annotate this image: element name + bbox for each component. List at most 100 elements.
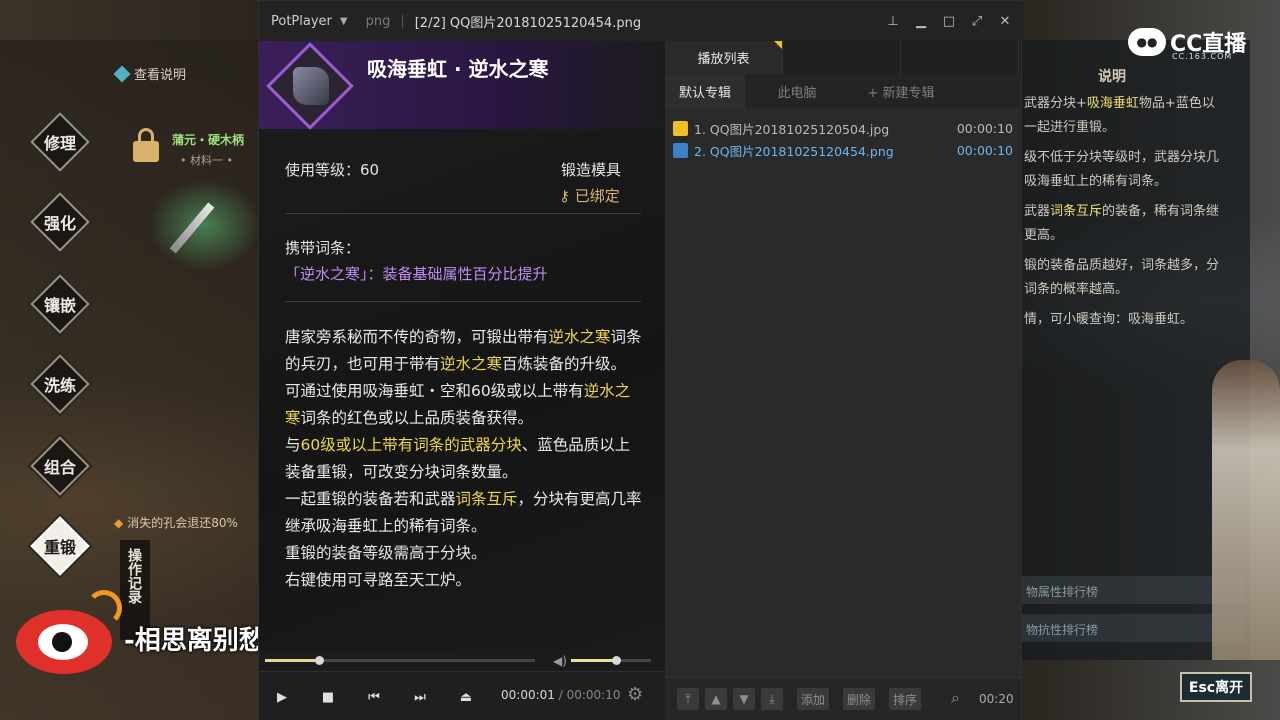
- bound-status: ⚷ 已绑定: [559, 185, 620, 206]
- streamer-watermark: -相思离别愁-: [124, 626, 276, 656]
- menu-enhance[interactable]: 强化: [30, 192, 90, 252]
- move-bottom-icon[interactable]: ⤓: [761, 688, 783, 710]
- pin-icon[interactable]: ⊥: [883, 9, 903, 33]
- divider: [285, 301, 641, 302]
- move-down-icon[interactable]: ▼: [733, 688, 755, 710]
- bound-status-label: 已绑定: [574, 187, 620, 205]
- weibo-logo: [14, 590, 124, 680]
- help-link[interactable]: 查看说明: [113, 64, 187, 83]
- instructions-line: 武器分块+吸海垂虹物品+蓝色以 一起进行重锻。: [1024, 96, 1215, 135]
- eject-icon[interactable]: ⏏: [455, 686, 477, 708]
- playlist-total-time: 00:20: [979, 692, 1014, 706]
- fullscreen-icon[interactable]: ⤢: [967, 9, 987, 33]
- playlist-item[interactable]: 1. QQ图片20181025120504.jpg 00:00:10: [673, 117, 1013, 139]
- menu-repair[interactable]: 修理: [30, 112, 90, 172]
- playlist-item-name: 1. QQ图片20181025120504.jpg: [694, 121, 890, 137]
- file-format: png: [365, 13, 391, 29]
- chevron-down-icon: ▼: [339, 15, 348, 27]
- volume-icon[interactable]: ◀): [553, 654, 567, 668]
- warning-icon: ◆: [114, 515, 124, 530]
- playlist-item-duration: 00:00:10: [956, 120, 1013, 136]
- app-menu-button[interactable]: PotPlayer ▼: [259, 14, 348, 29]
- affix-desc: ：装备基础属性百分比提升: [367, 265, 548, 283]
- file-title: [2/2] QQ图片20181025120454.png: [414, 15, 642, 31]
- title-separator: |: [400, 13, 405, 29]
- tab-new-album[interactable]: + 新建专辑: [849, 74, 953, 108]
- maximize-icon[interactable]: □: [939, 9, 959, 33]
- play-icon[interactable]: ▶: [271, 686, 293, 708]
- seek-row: ◀): [259, 651, 665, 669]
- menu-combine[interactable]: 组合: [30, 436, 90, 496]
- sort-button[interactable]: 排序: [889, 688, 922, 710]
- affix-name: 「逆水之寒」: [285, 265, 368, 283]
- time-total: / 00:00:10: [558, 688, 621, 702]
- affix-heading: 携带词条：: [285, 239, 361, 257]
- move-up-icon[interactable]: ▲: [705, 688, 727, 710]
- attribute-ranking-button[interactable]: 物属性排行榜: [1022, 576, 1244, 604]
- hole-refund-notice: ◆ 消失的孔会退还80%: [114, 514, 238, 531]
- next-icon[interactable]: ⏭: [409, 686, 431, 708]
- window-controls: ⊥ ▁ □ ⤢ ✕: [883, 9, 1015, 33]
- volume-level: [571, 659, 616, 662]
- menu-inlay[interactable]: 镶嵌: [30, 274, 90, 334]
- instructions-line: 武器词条互斥的装备，稀有词条继 更高。: [1024, 204, 1220, 243]
- info-diamond-icon: [113, 65, 131, 82]
- cc-cloud-icon: ●●: [1128, 28, 1166, 56]
- mold-item-icon: [293, 67, 329, 105]
- stop-icon[interactable]: ■: [317, 686, 339, 708]
- seek-handle[interactable]: [315, 656, 324, 665]
- playlist-tabs: 播放列表: [665, 41, 1021, 74]
- esc-leave-button[interactable]: Esc离开: [1180, 672, 1252, 702]
- playlist-item-name: 2. QQ图片20181025120454.png: [694, 143, 894, 159]
- seek-progress: [265, 659, 319, 662]
- material-item-name: 蒲元・硬木柄: [172, 133, 245, 147]
- menu-refine[interactable]: 洗练: [30, 354, 90, 414]
- playlist-item[interactable]: 2. QQ图片20181025120454.png 00:00:10: [673, 139, 1013, 161]
- menu-reforge-label: 重锻: [43, 538, 76, 557]
- image-file-icon: [673, 142, 688, 158]
- delete-button[interactable]: 删除: [843, 688, 876, 710]
- menu-reforge[interactable]: 重锻: [30, 516, 90, 576]
- tab-this-pc[interactable]: 此电脑: [749, 74, 845, 108]
- menu-enhance-label: 强化: [43, 214, 76, 233]
- tab-empty-2[interactable]: [901, 41, 1019, 74]
- instructions-line: 锻的装备品质越好，词条越多，分 词条的概率越高。: [1024, 258, 1220, 297]
- image-viewer: 吸海垂虹 · 逆水之寒 使用等级：60 锻造模具 ⚷ 已绑定 携带词条： 「逆水…: [259, 41, 665, 651]
- item-description: 唐家旁系秘而不传的奇物，可锻出带有逆水之寒词条的兵刃，也可用于带有逆水之寒百炼装…: [285, 328, 642, 589]
- tab-playlist[interactable]: 播放列表: [665, 41, 783, 74]
- app-name: PotPlayer: [271, 13, 332, 29]
- affix-line: 「逆水之寒」：装备基础属性百分比提升: [285, 263, 548, 284]
- tab-empty-1[interactable]: [783, 41, 901, 74]
- gear-icon[interactable]: ⚙: [627, 684, 643, 705]
- resistance-ranking-button[interactable]: 物抗性排行榜: [1022, 614, 1244, 642]
- menu-repair-label: 修理: [43, 134, 76, 153]
- potplayer-window: PotPlayer ▼ png | [2/2] QQ图片201810251204…: [258, 0, 1023, 720]
- move-top-icon[interactable]: ⤒: [677, 688, 699, 710]
- close-icon[interactable]: ✕: [995, 9, 1015, 33]
- instructions-line: 情，可小暖查询：吸海垂虹。: [1024, 312, 1194, 327]
- help-link-label: 查看说明: [134, 68, 187, 83]
- material-slot-label: • 材料一 •: [180, 154, 233, 167]
- search-icon[interactable]: ⌕: [951, 688, 960, 708]
- item-type: 锻造模具: [561, 161, 622, 179]
- minimize-icon[interactable]: ▁: [911, 9, 931, 33]
- image-file-icon: [673, 120, 688, 136]
- instructions-line: 级不低于分块等级时，武器分块几 吸海垂虹上的稀有词条。: [1024, 150, 1220, 189]
- cc-live-url: CC.163.COM: [1172, 52, 1233, 61]
- time-display: 00:00:01 / 00:00:10: [501, 688, 621, 702]
- add-button[interactable]: 添加: [797, 688, 830, 710]
- volume-handle[interactable]: [611, 656, 621, 665]
- playlist-item-duration: 00:00:10: [956, 142, 1013, 158]
- tab-default-album[interactable]: 默认专辑: [665, 74, 745, 108]
- npc-character: [1212, 360, 1280, 660]
- previous-icon[interactable]: ⏮: [363, 686, 385, 708]
- playback-controls: ▶ ■ ⏮ ⏭ ⏏ 00:00:01 / 00:00:10 ⚙: [259, 671, 665, 720]
- instructions-title: 说明: [1098, 69, 1126, 85]
- playlist-toolbar: ⤒ ▲ ▼ ⤓ 添加 删除 排序 ⌕ 00:20: [665, 677, 1021, 720]
- menu-refine-label: 洗练: [43, 376, 76, 395]
- item-title: 吸海垂虹 · 逆水之寒: [367, 57, 549, 81]
- playlist-panel: 播放列表 默认专辑 此电脑 + 新建专辑 1. QQ图片201810251205…: [665, 41, 1021, 720]
- item-level: 使用等级：60: [285, 161, 380, 179]
- weapon-piece-image: [150, 180, 260, 270]
- divider: [285, 213, 641, 214]
